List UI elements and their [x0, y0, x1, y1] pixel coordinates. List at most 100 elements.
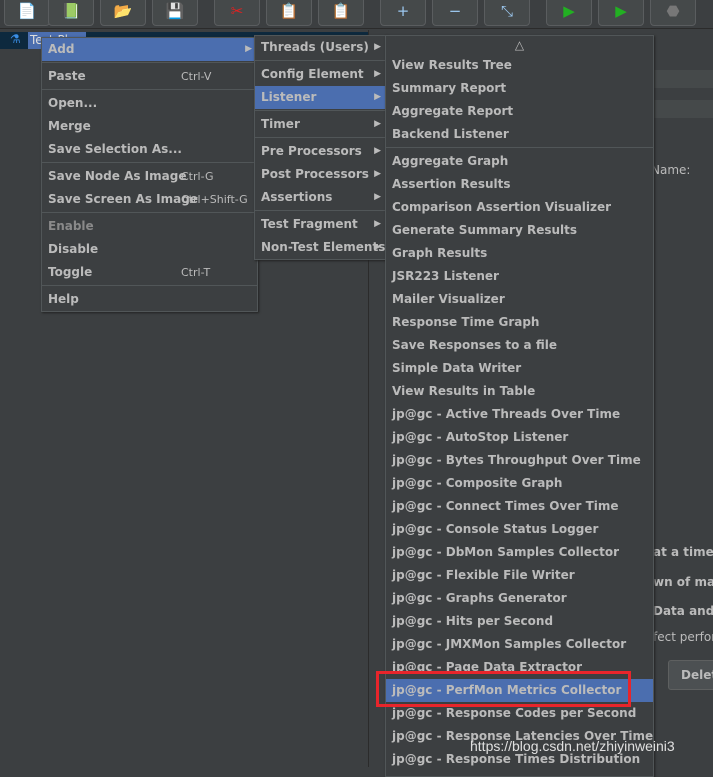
- menu-item-merge[interactable]: Merge: [42, 115, 257, 138]
- menu-item-graph-results[interactable]: Graph Results: [386, 242, 653, 265]
- menu-item-label: Pre Processors: [261, 144, 362, 158]
- menu-item-aggregate-graph[interactable]: Aggregate Graph: [386, 150, 653, 173]
- collapse-button[interactable]: −: [432, 0, 478, 26]
- menu-item-label: Comparison Assertion Visualizer: [392, 200, 612, 214]
- menu-item-label: Aggregate Graph: [392, 154, 509, 168]
- submenu-arrow-icon: ▶: [374, 169, 381, 179]
- option-text: fect perforr: [653, 630, 713, 644]
- stop-button[interactable]: ⬣: [650, 0, 696, 26]
- menu-item-open[interactable]: Open...: [42, 92, 257, 115]
- menu-item-help[interactable]: Help: [42, 288, 257, 311]
- menu-item-pre-processors[interactable]: Pre Processors ▶: [255, 140, 386, 163]
- menu-item-simple-data-writer[interactable]: Simple Data Writer: [386, 357, 653, 380]
- menu-item-timer[interactable]: Timer ▶: [255, 113, 386, 136]
- menu-item-label: Disable: [48, 242, 99, 256]
- menu-item-non-test-elements[interactable]: Non-Test Elements ▶: [255, 236, 386, 259]
- menu-item-label: Generate Summary Results: [392, 223, 578, 237]
- submenu-arrow-icon: ▶: [374, 119, 381, 129]
- open-button[interactable]: 📂: [100, 0, 146, 26]
- menu-item-label: Add: [48, 42, 75, 56]
- menu-separator: [42, 285, 257, 286]
- cut-button[interactable]: ✂: [214, 0, 260, 26]
- menu-item-save-screen-as-image[interactable]: Save Screen As Image Ctrl+Shift-G: [42, 188, 257, 211]
- context-menu: Add ▶ Paste Ctrl-V Open... Merge Save Selectio…: [41, 37, 258, 312]
- menu-item-save-node-as-image[interactable]: Save Node As Image Ctrl-G: [42, 165, 257, 188]
- menu-item-label: Save Selection As...: [48, 142, 182, 156]
- menu-separator: [255, 210, 386, 211]
- new-button[interactable]: 📄: [4, 0, 50, 26]
- menu-item-label: jp@gc - AutoStop Listener: [392, 430, 569, 444]
- menu-item-label: Save Responses to a file: [392, 338, 557, 352]
- menu-item-generate-summary-results[interactable]: Generate Summary Results: [386, 219, 653, 242]
- collapse-icon: −: [448, 2, 462, 20]
- menu-item-disable[interactable]: Disable: [42, 238, 257, 261]
- toggle-button[interactable]: ⤡: [484, 0, 530, 26]
- menu-item-enable[interactable]: Enable: [42, 215, 257, 238]
- menu-item-jp-gc-flexible-file-writer[interactable]: jp@gc - Flexible File Writer: [386, 564, 653, 587]
- copy-button[interactable]: 📋: [266, 0, 312, 26]
- menu-item-view-results-in-table[interactable]: View Results in Table: [386, 380, 653, 403]
- cut-icon: ✂: [230, 2, 244, 20]
- menu-separator: [255, 60, 386, 61]
- menu-item-assertions[interactable]: Assertions ▶: [255, 186, 386, 209]
- menu-item-mailer-visualizer[interactable]: Mailer Visualizer: [386, 288, 653, 311]
- menu-item-label: jp@gc - Response Codes per Second: [392, 706, 637, 720]
- menu-item-label: jp@gc - Console Status Logger: [392, 522, 599, 536]
- scroll-up-arrow[interactable]: △: [386, 36, 653, 54]
- menu-item-toggle[interactable]: Toggle Ctrl-T: [42, 261, 257, 284]
- menu-item-label: Timer: [261, 117, 300, 131]
- expand-button[interactable]: +: [380, 0, 426, 26]
- delete-button[interactable]: Delete: [668, 660, 713, 690]
- menu-item-test-fragment[interactable]: Test Fragment ▶: [255, 213, 386, 236]
- submenu-arrow-icon: ▶: [374, 146, 381, 156]
- menu-item-jp-gc-bytes-throughput-over-time[interactable]: jp@gc - Bytes Throughput Over Time: [386, 449, 653, 472]
- menu-item-label: Backend Listener: [392, 127, 509, 141]
- menu-item-aggregate-report[interactable]: Aggregate Report: [386, 100, 653, 123]
- menu-item-backend-listener[interactable]: Backend Listener: [386, 123, 653, 146]
- menu-item-jp-gc-jmxmon-samples-collector[interactable]: jp@gc - JMXMon Samples Collector: [386, 633, 653, 656]
- menu-item-label: Test Fragment: [261, 217, 358, 231]
- paste-button[interactable]: 📋: [318, 0, 364, 26]
- menu-item-label: jp@gc - JMXMon Samples Collector: [392, 637, 627, 651]
- menu-item-config-element[interactable]: Config Element ▶: [255, 63, 386, 86]
- menu-separator: [42, 212, 257, 213]
- templates-button[interactable]: 📗: [48, 0, 94, 26]
- menu-item-save-selection-as[interactable]: Save Selection As...: [42, 138, 257, 161]
- highlight-box: [376, 671, 631, 707]
- menu-item-summary-report[interactable]: Summary Report: [386, 77, 653, 100]
- menu-item-assertion-results[interactable]: Assertion Results: [386, 173, 653, 196]
- menu-item-label: Save Node As Image: [48, 169, 187, 183]
- menu-item-view-results-tree[interactable]: View Results Tree: [386, 54, 653, 77]
- menu-item-label: Merge: [48, 119, 91, 133]
- start-button[interactable]: ▶: [546, 0, 592, 26]
- menu-item-label: Assertion Results: [392, 177, 511, 191]
- submenu-arrow-icon: ▶: [374, 219, 381, 229]
- start-no-pause-button[interactable]: ▶: [598, 0, 644, 26]
- menu-item-add[interactable]: Add ▶: [42, 38, 257, 61]
- menu-item-comparison-assertion-visualizer[interactable]: Comparison Assertion Visualizer: [386, 196, 653, 219]
- menu-item-jp-gc-dbmon-samples-collector[interactable]: jp@gc - DbMon Samples Collector: [386, 541, 653, 564]
- menu-item-label: View Results Tree: [392, 58, 512, 72]
- menu-item-jp-gc-composite-graph[interactable]: jp@gc - Composite Graph: [386, 472, 653, 495]
- menu-item-label: Listener: [261, 90, 317, 104]
- menu-item-jsr223-listener[interactable]: JSR223 Listener: [386, 265, 653, 288]
- menu-item-threads-users[interactable]: Threads (Users) ▶: [255, 36, 386, 59]
- menu-item-post-processors[interactable]: Post Processors ▶: [255, 163, 386, 186]
- flask-icon: ⚗: [10, 32, 21, 46]
- menu-item-jp-gc-connect-times-over-time[interactable]: jp@gc - Connect Times Over Time: [386, 495, 653, 518]
- menu-item-paste[interactable]: Paste Ctrl-V: [42, 65, 257, 88]
- menu-item-jp-gc-hits-per-second[interactable]: jp@gc - Hits per Second: [386, 610, 653, 633]
- menu-item-jp-gc-graphs-generator[interactable]: jp@gc - Graphs Generator: [386, 587, 653, 610]
- menu-item-save-responses-to-a-file[interactable]: Save Responses to a file: [386, 334, 653, 357]
- save-button[interactable]: 💾: [152, 0, 198, 26]
- menu-separator: [255, 110, 386, 111]
- menu-item-jp-gc-autostop-listener[interactable]: jp@gc - AutoStop Listener: [386, 426, 653, 449]
- menu-item-jp-gc-active-threads-over-time[interactable]: jp@gc - Active Threads Over Time: [386, 403, 653, 426]
- menu-item-response-time-graph[interactable]: Response Time Graph: [386, 311, 653, 334]
- menu-item-label: jp@gc - Hits per Second: [392, 614, 554, 628]
- option-text: Data and S: [653, 604, 713, 618]
- menu-item-label: Non-Test Elements: [261, 240, 386, 254]
- menu-item-jp-gc-console-status-logger[interactable]: jp@gc - Console Status Logger: [386, 518, 653, 541]
- menu-item-listener[interactable]: Listener ▶: [255, 86, 386, 109]
- submenu-arrow-icon: ▶: [374, 92, 381, 102]
